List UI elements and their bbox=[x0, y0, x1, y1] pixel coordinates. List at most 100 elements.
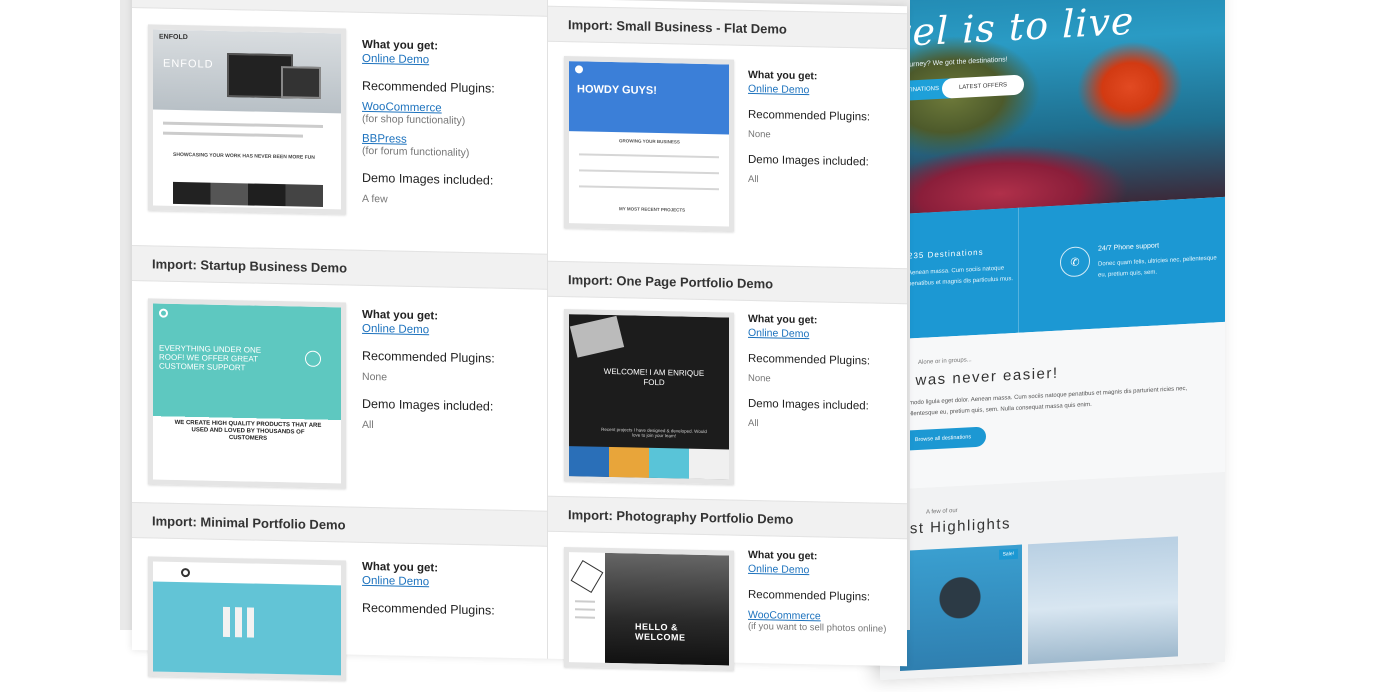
recommended-plugins-label: Recommended Plugins: bbox=[748, 108, 871, 124]
recommended-plugins-label: Recommended Plugins: bbox=[362, 348, 495, 366]
online-demo-link[interactable]: Online Demo bbox=[748, 327, 898, 342]
what-you-get-label: What you get: bbox=[748, 548, 818, 563]
plugins-value: None bbox=[748, 372, 771, 385]
thumb-nav-line bbox=[575, 600, 595, 603]
thumb-recent: MY MOST RECENT PROJECTS bbox=[619, 206, 686, 213]
thumb-caption: SHOWCASING YOUR WORK HAS NEVER BEEN MORE… bbox=[173, 151, 315, 161]
online-demo-link[interactable]: Online Demo bbox=[748, 563, 908, 578]
demo-images-value: All bbox=[748, 173, 759, 186]
thumb-nav-line bbox=[575, 608, 595, 611]
never-easier-heading: g was never easier! bbox=[900, 364, 1059, 390]
thumb-tablet bbox=[281, 66, 321, 99]
online-demo-link[interactable]: Online Demo bbox=[362, 575, 542, 591]
phone-icon: ✆ bbox=[1060, 245, 1090, 278]
thumb-logo: ENFOLD bbox=[159, 33, 188, 42]
thumbnail-one-page-portfolio-demo[interactable]: WELCOME! I AM ENRIQUE FOLD Recent projec… bbox=[564, 309, 734, 485]
demo-images-value: All bbox=[748, 417, 759, 430]
highlight-image-diver[interactable]: Sale! bbox=[900, 544, 1022, 671]
demo-images-label: Demo Images included: bbox=[748, 153, 869, 169]
hero-section: vel is to live a journey? We got the des… bbox=[880, 0, 1225, 216]
destinations-title: 235 Destinations bbox=[908, 247, 984, 261]
about-body: mmodo ligula eget dolor. Aenean massa. C… bbox=[904, 385, 1188, 418]
thumbnail-startup-demo[interactable]: EVERYTHING UNDER ONE ROOF! WE OFFER GREA… bbox=[148, 298, 346, 489]
thumb-tagline: WE CREATE HIGH QUALITY PRODUCTS THAT ARE… bbox=[174, 419, 322, 442]
what-you-get-label: What you get: bbox=[362, 560, 439, 575]
demo-header-photography-portfolio[interactable]: Import: Photography Portfolio Demo bbox=[548, 495, 907, 540]
online-demo-link[interactable]: Online Demo bbox=[362, 53, 542, 69]
info-one-page-portfolio-demo: What you get: Online Demo Recommended Pl… bbox=[748, 313, 898, 432]
recommended-plugins-label: Recommended Plugins: bbox=[362, 78, 495, 96]
demo-header-one-page-portfolio[interactable]: Import: One Page Portfolio Demo bbox=[548, 260, 907, 305]
latest-offers-button[interactable]: LATEST OFFERS bbox=[942, 74, 1024, 99]
info-photography-demo: What you get: Online Demo Recommended Pl… bbox=[748, 549, 908, 643]
thumb-project-strip bbox=[569, 446, 729, 482]
demo-images-label: Demo Images included: bbox=[362, 170, 494, 188]
hero-subtitle: a journey? We got the destinations! bbox=[898, 56, 1008, 70]
demo-header-default[interactable]: Import: Default Demo bbox=[132, 0, 547, 17]
demo-header-startup[interactable]: Import: Startup Business Demo bbox=[132, 245, 547, 290]
what-you-get-label: What you get: bbox=[362, 308, 439, 323]
recommended-plugins-label: Recommended Plugins: bbox=[748, 352, 871, 368]
demo-header-minimal-portfolio[interactable]: Import: Minimal Portfolio Demo bbox=[132, 502, 547, 547]
thumb-bottles bbox=[223, 606, 259, 638]
online-demo-link[interactable]: Online Demo bbox=[748, 83, 898, 98]
thumb-growing: GROWING YOUR BUSINESS bbox=[619, 138, 680, 145]
features-band: 235 Destinations Aenean massa. Cum socii… bbox=[880, 196, 1225, 340]
thumb-row bbox=[579, 153, 719, 159]
thumb-row bbox=[163, 121, 323, 129]
demo-header-small-business[interactable]: Import: Small Business - Flat Demo bbox=[548, 5, 907, 50]
play-icon bbox=[305, 350, 321, 367]
thumb-logo bbox=[575, 65, 583, 74]
demo-images-value: A few bbox=[362, 192, 388, 206]
info-minimal-portfolio-demo: What you get: Online Demo Recommended Pl… bbox=[362, 561, 542, 627]
thumbnail-minimal-portfolio-demo[interactable] bbox=[148, 556, 346, 681]
thumb-hero bbox=[569, 61, 729, 135]
alone-text: Alone or in groups... bbox=[918, 357, 972, 367]
thumb-brand: ENFOLD bbox=[163, 57, 214, 71]
highlight-image-sky[interactable] bbox=[1028, 536, 1178, 665]
phone-support-text: Donec quam felis, ultricies nec, pellent… bbox=[1098, 255, 1217, 279]
recommended-plugins-label: Recommended Plugins: bbox=[748, 588, 871, 604]
what-you-get-label: What you get: bbox=[748, 68, 818, 83]
info-startup-demo: What you get: Online Demo Recommended Pl… bbox=[362, 309, 542, 435]
demo-import-panel: Import: Default Demo Import: Small Busin… bbox=[132, 0, 908, 681]
demo-images-label: Demo Images included: bbox=[362, 396, 494, 414]
demo-images-label: Demo Images included: bbox=[748, 397, 869, 413]
thumbnail-default-demo[interactable]: ENFOLD ENFOLD SHOWCASING YOUR WORK HAS N… bbox=[148, 24, 346, 215]
info-default-demo: What you get: Online Demo Recommended Pl… bbox=[362, 39, 542, 209]
plugin-note: (if you want to sell photos online) bbox=[748, 620, 887, 635]
browse-destinations-button[interactable]: Browse all destinations bbox=[900, 426, 986, 451]
thumb-row bbox=[579, 169, 719, 175]
thumb-hero bbox=[153, 303, 341, 484]
sale-badge: Sale! bbox=[998, 548, 1018, 560]
about-section: Alone or in groups... g was never easier… bbox=[880, 321, 1225, 490]
destinations-text: Aenean massa. Cum sociis natoque penatib… bbox=[908, 265, 1014, 288]
thumb-row bbox=[579, 185, 719, 191]
what-you-get-label: What you get: bbox=[748, 312, 818, 327]
thumb-nav-line bbox=[575, 616, 595, 619]
thumb-headline: HOWDY GUYS! bbox=[577, 83, 657, 97]
website-preview: vel is to live a journey? We got the des… bbox=[880, 0, 1225, 681]
thumb-headline: WELCOME! I AM ENRIQUE FOLD bbox=[603, 366, 705, 388]
online-demo-link[interactable]: Online Demo bbox=[362, 323, 542, 339]
thumb-logo bbox=[181, 568, 190, 578]
highlights-section: A few of our est Highlights Sale! bbox=[880, 471, 1225, 681]
hexagon-logo-icon bbox=[570, 560, 604, 594]
thumb-dark-strip bbox=[173, 181, 323, 208]
highlights-heading: est Highlights bbox=[900, 515, 1012, 538]
what-you-get-label: What you get: bbox=[362, 38, 439, 53]
plugin-note: (for forum functionality) bbox=[362, 144, 470, 160]
band-divider bbox=[1018, 207, 1019, 333]
thumb-headline: EVERYTHING UNDER ONE ROOF! WE OFFER GREA… bbox=[159, 343, 262, 373]
few-of-our-text: A few of our bbox=[926, 507, 958, 516]
thumb-hero bbox=[605, 552, 734, 667]
plugins-value: None bbox=[362, 370, 388, 384]
thumb-row bbox=[163, 131, 303, 138]
demo-images-value: All bbox=[362, 418, 374, 432]
column-divider bbox=[547, 0, 548, 659]
thumb-headline: HELLO & WELCOME bbox=[635, 621, 686, 643]
recommended-plugins-label: Recommended Plugins: bbox=[362, 600, 495, 618]
thumbnail-photography-demo[interactable]: HELLO & WELCOME bbox=[564, 547, 734, 671]
thumbnail-small-business-demo[interactable]: HOWDY GUYS! GROWING YOUR BUSINESS MY MOS… bbox=[564, 56, 734, 232]
thumb-logo bbox=[159, 308, 168, 318]
